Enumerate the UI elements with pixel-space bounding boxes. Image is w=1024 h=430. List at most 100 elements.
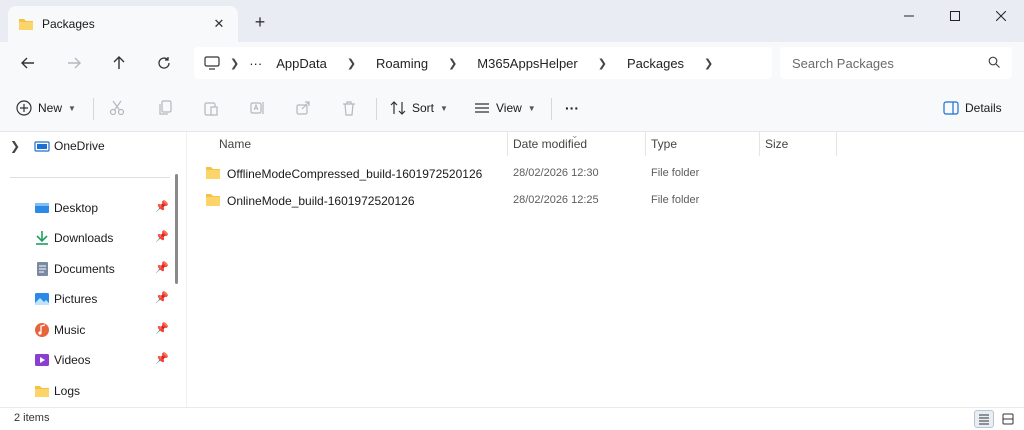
arrow-left-icon xyxy=(21,57,34,69)
chevron-down-icon: ▼ xyxy=(527,103,536,113)
maximize-icon xyxy=(950,11,960,21)
nav-label: OneDrive xyxy=(54,139,105,153)
file-type: File folder xyxy=(651,167,700,179)
divider[interactable] xyxy=(759,132,760,156)
more-options-button[interactable]: ··· xyxy=(565,96,579,120)
copy-icon xyxy=(159,100,172,115)
pin-icon: 📌 xyxy=(155,201,169,213)
new-button[interactable]: New ▼ xyxy=(16,96,76,120)
nav-label: Music xyxy=(54,323,86,337)
nav-item-downloads[interactable]: Downloads 📌 xyxy=(0,224,172,252)
folder-icon xyxy=(206,167,220,179)
minimize-button[interactable] xyxy=(886,0,932,32)
file-name: OfflineModeCompressed_build-160197252012… xyxy=(227,167,483,181)
breadcrumb-m365appshelper[interactable]: M365AppsHelper xyxy=(477,56,577,71)
nav-item-pictures[interactable]: Pictures 📌 xyxy=(0,285,172,313)
arrow-right-icon xyxy=(68,57,81,69)
search-input[interactable] xyxy=(780,47,970,79)
desktop-icon xyxy=(35,203,49,213)
breadcrumb-packages[interactable]: Packages xyxy=(627,56,684,71)
table-row[interactable]: OnlineMode_build-1601972520126 28/02/202… xyxy=(201,187,841,213)
details-button[interactable]: Details xyxy=(943,96,1002,120)
nav-label: Pictures xyxy=(54,292,98,306)
refresh-button[interactable] xyxy=(150,49,178,77)
breadcrumb-roaming[interactable]: Roaming xyxy=(376,56,428,71)
folder-icon xyxy=(206,194,220,206)
computer-icon xyxy=(204,56,220,70)
new-label: New xyxy=(38,101,63,115)
chevron-right-icon[interactable]: ❯ xyxy=(10,139,20,153)
tiles-view-button[interactable] xyxy=(998,410,1018,428)
chevron-right-icon[interactable]: ❯ xyxy=(347,57,356,70)
sort-label: Sort xyxy=(412,101,435,115)
pictures-icon xyxy=(35,293,49,305)
maximize-button[interactable] xyxy=(932,0,978,32)
nav-onedrive[interactable]: ❯ OneDrive xyxy=(0,132,172,160)
tab-title: Packages xyxy=(42,17,95,31)
nav-label: Downloads xyxy=(54,231,114,245)
pin-icon: 📌 xyxy=(155,323,169,335)
nav-item-documents[interactable]: Documents 📌 xyxy=(0,255,172,283)
details-view-icon xyxy=(979,414,989,425)
close-window-button[interactable] xyxy=(978,0,1024,32)
nav-item-logs[interactable]: Logs xyxy=(0,377,172,405)
chevron-right-icon[interactable]: ❯ xyxy=(448,57,457,70)
chevron-right-icon[interactable]: ❯ xyxy=(598,57,607,70)
minimize-icon xyxy=(904,15,914,17)
address-bar[interactable]: ❯ ··· AppData ❯ Roaming ❯ M365AppsHelper… xyxy=(194,47,772,79)
close-tab-button[interactable]: ✕ xyxy=(210,15,228,33)
column-header-type[interactable]: Type xyxy=(651,132,677,156)
tiles-view-icon xyxy=(1002,413,1014,425)
navigation-pane: ❯ OneDrive Desktop 📌 Downloads 📌 Documen… xyxy=(0,132,186,407)
nav-label: Desktop xyxy=(54,201,99,215)
forward-button[interactable] xyxy=(60,49,88,77)
music-icon xyxy=(35,323,49,337)
paste-button[interactable] xyxy=(198,96,224,120)
nav-item-desktop[interactable]: Desktop 📌 xyxy=(0,194,172,222)
share-button[interactable] xyxy=(290,96,316,120)
chevron-right-icon[interactable]: ❯ xyxy=(704,57,713,70)
file-date: 28/02/2026 12:25 xyxy=(513,194,599,206)
onedrive-icon xyxy=(34,141,50,152)
breadcrumb-overflow[interactable]: ··· xyxy=(249,56,262,71)
nav-item-music[interactable]: Music 📌 xyxy=(0,316,172,344)
status-bar: 2 items xyxy=(0,407,1024,430)
new-tab-button[interactable]: + xyxy=(250,12,270,32)
folder-icon xyxy=(35,386,49,397)
view-label: View xyxy=(496,101,522,115)
column-header-name[interactable]: Name xyxy=(219,132,251,156)
nav-label: Videos xyxy=(54,353,91,367)
table-row[interactable]: OfflineModeCompressed_build-160197252012… xyxy=(201,160,841,186)
copy-button[interactable] xyxy=(152,96,178,120)
view-button[interactable]: View ▼ xyxy=(474,96,536,120)
column-header-date[interactable]: Date modified xyxy=(513,132,587,156)
nav-label: Logs xyxy=(54,384,81,398)
nav-item-videos[interactable]: Videos 📌 xyxy=(0,346,172,374)
sort-button[interactable]: Sort ▼ xyxy=(390,96,448,120)
downloads-icon xyxy=(36,231,48,245)
cut-icon xyxy=(109,100,125,116)
arrow-up-icon xyxy=(113,56,125,69)
breadcrumb-appdata[interactable]: AppData xyxy=(276,56,327,71)
cut-button[interactable] xyxy=(104,96,130,120)
folder-icon xyxy=(19,19,33,30)
chevron-right-icon[interactable]: ❯ xyxy=(230,57,239,70)
details-view-button[interactable] xyxy=(974,410,994,428)
rename-button[interactable] xyxy=(244,96,270,120)
tab-packages[interactable]: Packages ✕ xyxy=(8,6,238,42)
delete-button[interactable] xyxy=(336,96,362,120)
chevron-down-icon: ▼ xyxy=(440,103,448,113)
up-button[interactable] xyxy=(105,49,133,77)
divider[interactable] xyxy=(836,132,837,156)
scrollbar-thumb[interactable] xyxy=(175,174,178,284)
column-header-size[interactable]: Size xyxy=(765,132,788,156)
divider xyxy=(551,98,552,120)
search-box[interactable] xyxy=(780,47,1012,79)
divider[interactable] xyxy=(507,132,508,156)
back-button[interactable] xyxy=(14,49,42,77)
divider[interactable] xyxy=(645,132,646,156)
pin-icon: 📌 xyxy=(155,353,169,365)
search-icon xyxy=(988,56,1000,68)
file-list: ⌄ Name Date modified Type Size OfflineMo… xyxy=(186,130,1024,407)
documents-icon xyxy=(37,262,48,276)
